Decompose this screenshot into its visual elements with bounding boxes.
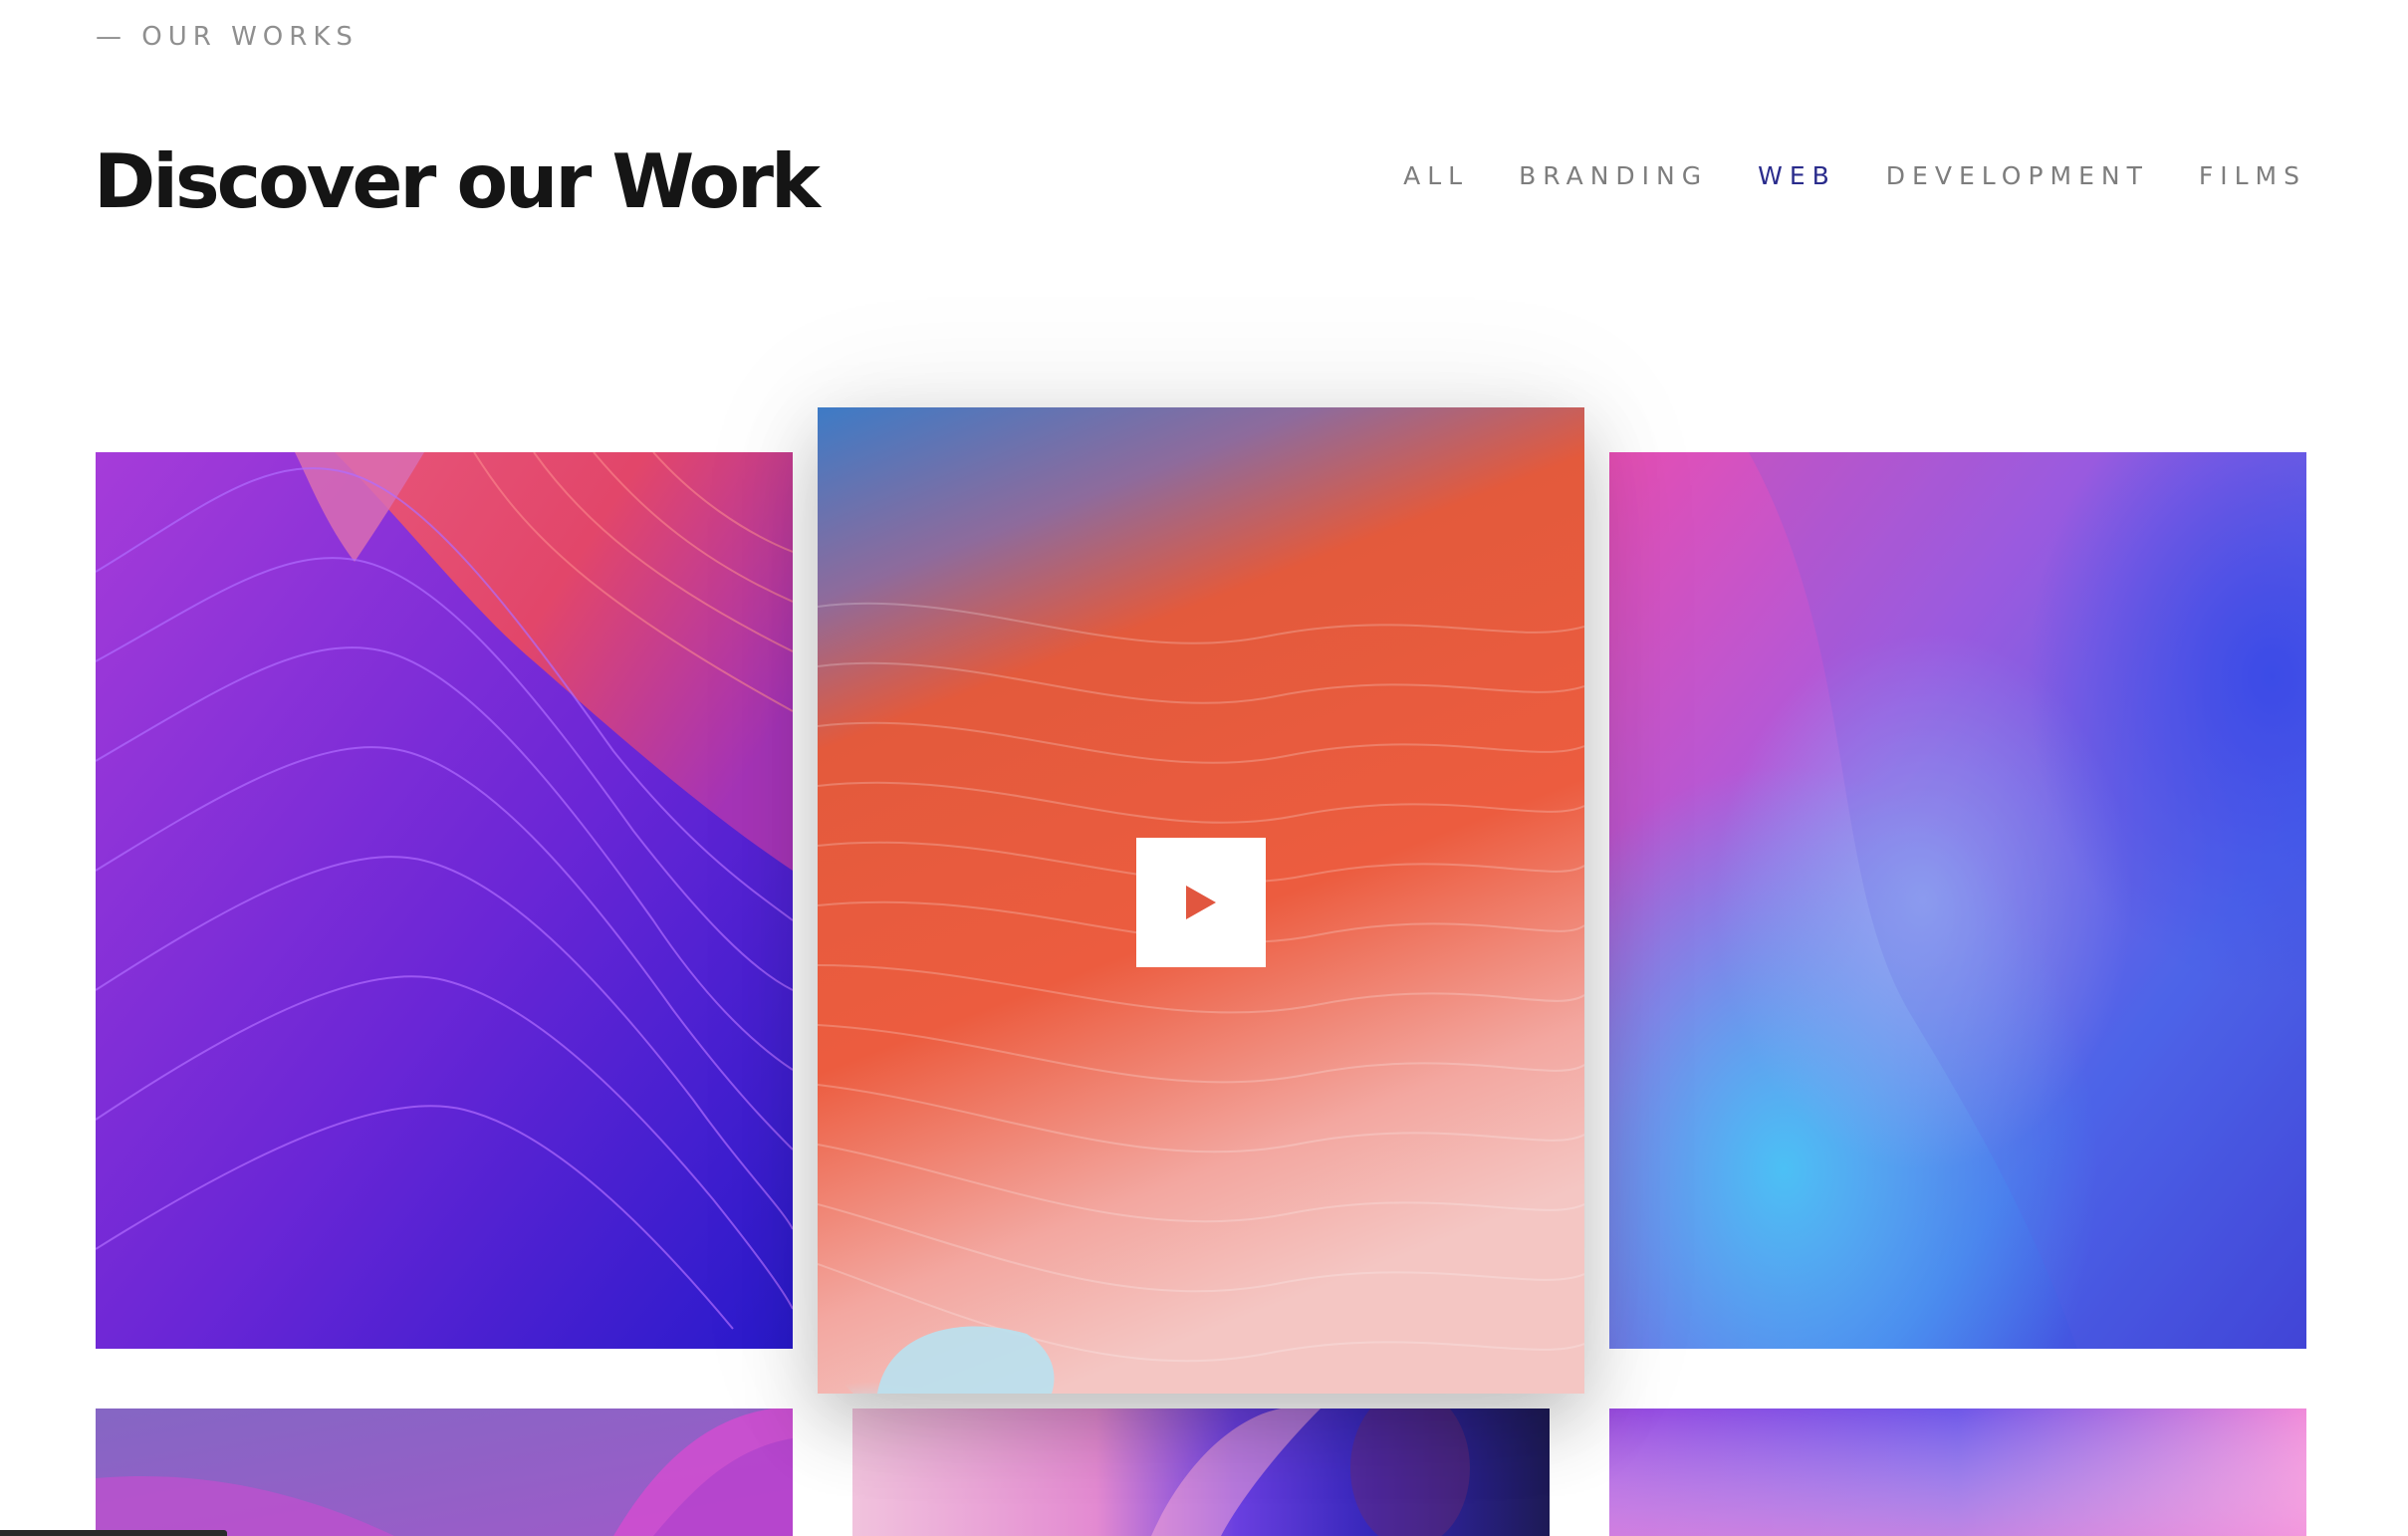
filter-all[interactable]: ALL: [1403, 161, 1469, 190]
section-eyebrow: — OUR WORKS: [96, 22, 359, 52]
portfolio-item-magenta-haze[interactable]: [1609, 1408, 2306, 1536]
portfolio-filter-nav: ALL BRANDING WEB DEVELOPMENT FILMS: [1403, 161, 2306, 190]
portfolio-item-orange-dunes[interactable]: [818, 407, 1584, 1394]
violet-hills-image: [96, 1408, 793, 1536]
play-icon: [1186, 886, 1216, 919]
portfolio-item-purple-waves[interactable]: [96, 452, 793, 1349]
portfolio-item-pink-blur[interactable]: [852, 1408, 1550, 1536]
portfolio-item-violet-hills[interactable]: [96, 1408, 793, 1536]
portfolio-item-blue-gradient[interactable]: [1609, 452, 2306, 1349]
purple-waves-image: [96, 452, 793, 1349]
play-button[interactable]: [1136, 838, 1266, 967]
blue-gradient-image: [1609, 452, 2306, 1349]
filter-branding[interactable]: BRANDING: [1519, 161, 1708, 190]
filter-films[interactable]: FILMS: [2199, 161, 2306, 190]
scroll-indicator: [0, 1530, 227, 1536]
magenta-haze-image: [1609, 1408, 2306, 1536]
filter-development[interactable]: DEVELOPMENT: [1886, 161, 2149, 190]
pink-blur-image: [852, 1408, 1550, 1536]
page-title: Discover our Work: [94, 137, 821, 225]
filter-web[interactable]: WEB: [1758, 161, 1836, 190]
